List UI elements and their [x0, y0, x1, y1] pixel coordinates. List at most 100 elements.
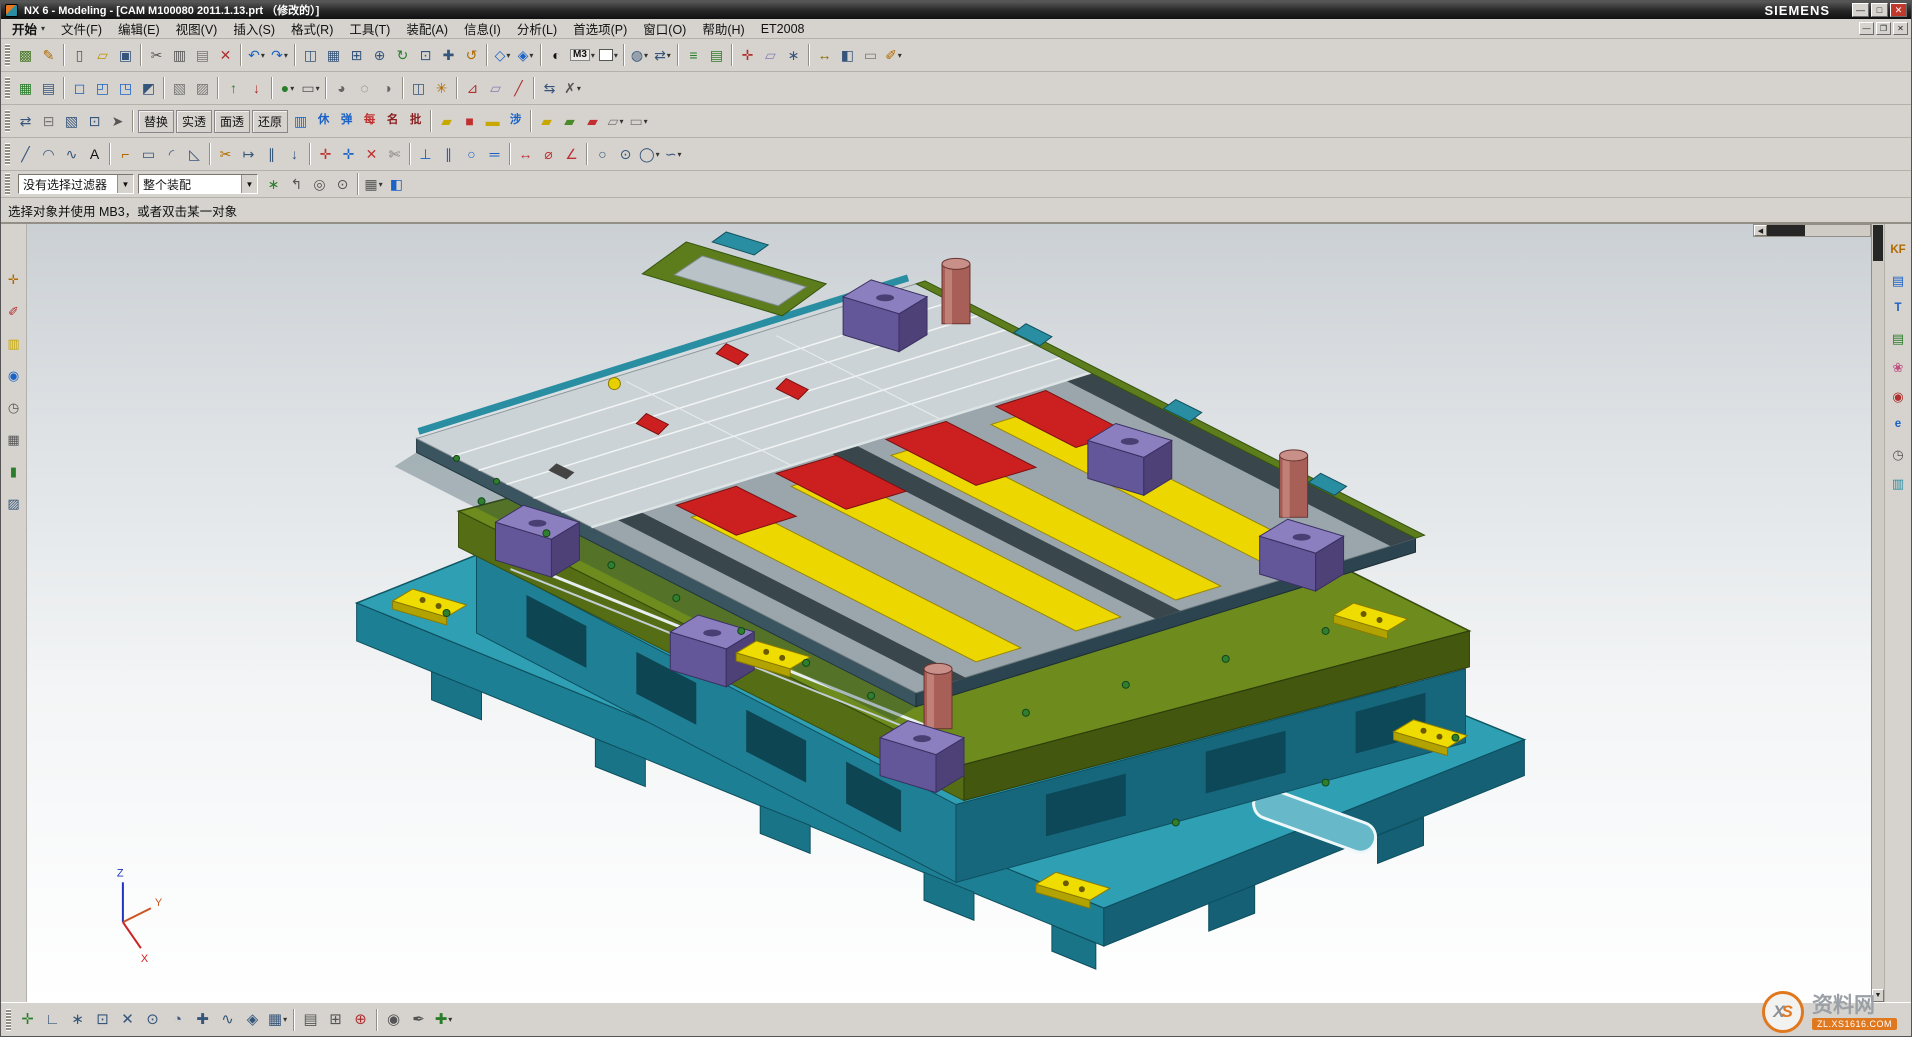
- menu-item-2[interactable]: 视图(V): [168, 19, 226, 38]
- datum-grid-icon[interactable]: ▤: [298, 1007, 323, 1032]
- yellow-plate-icon[interactable]: ▬: [481, 110, 504, 133]
- color-palette-icon[interactable]: ▥: [3, 332, 25, 354]
- toolbar-grip[interactable]: [5, 44, 10, 66]
- axis-tool-icon[interactable]: ╱: [507, 77, 530, 100]
- minimize-button[interactable]: —: [1852, 3, 1869, 17]
- menu-item-7[interactable]: 信息(I): [456, 19, 509, 38]
- fit-view-icon[interactable]: ⊡: [414, 44, 437, 67]
- window-scale-icon[interactable]: ⊡: [83, 110, 106, 133]
- point-red-icon[interactable]: ✛: [314, 143, 337, 166]
- dropdown-arrow-icon[interactable]: ▾: [644, 51, 648, 60]
- plane-tool-icon[interactable]: ▱: [484, 77, 507, 100]
- midpoint-snap-icon[interactable]: ∗: [65, 1007, 90, 1032]
- dropdown-arrow-icon[interactable]: ▾: [506, 51, 510, 60]
- snap-circle-icon[interactable]: ●▾: [276, 77, 299, 100]
- toolbar-grip[interactable]: [5, 173, 10, 195]
- inferred-point-icon[interactable]: ⊙: [331, 173, 354, 196]
- spline-icon[interactable]: ∿: [60, 143, 83, 166]
- dropdown-arrow-icon[interactable]: ▾: [261, 51, 265, 60]
- studio-render-icon[interactable]: ◑: [376, 77, 399, 100]
- visible-layers-icon[interactable]: ▤: [705, 44, 728, 67]
- scroll-left-button[interactable]: ◀: [1754, 225, 1767, 236]
- text-tool-icon[interactable]: A: [83, 143, 106, 166]
- dropdown-arrow-icon[interactable]: ▾: [283, 1015, 287, 1024]
- new-icon[interactable]: ▯: [68, 44, 91, 67]
- history-panel-icon[interactable]: ◷: [1887, 443, 1909, 465]
- view-top-icon[interactable]: ◰: [91, 77, 114, 100]
- wcs-display-icon[interactable]: ⊕: [348, 1007, 373, 1032]
- mount-plane-icon[interactable]: ✛: [3, 268, 25, 290]
- point-constructor-icon[interactable]: ∗: [782, 44, 805, 67]
- dropdown-arrow-icon[interactable]: ▾: [316, 84, 320, 93]
- menu-item-0[interactable]: 文件(F): [53, 19, 110, 38]
- quadrant-snap-icon[interactable]: ◔: [165, 1007, 190, 1032]
- schematic-icon[interactable]: ▤: [37, 77, 60, 100]
- dropdown-arrow-icon[interactable]: ▾: [284, 51, 288, 60]
- menu-item-4[interactable]: 格式(R): [283, 19, 341, 38]
- part-navigator-icon[interactable]: ▤: [1887, 327, 1909, 349]
- menu-item-10[interactable]: 窗口(O): [635, 19, 694, 38]
- grid-options-icon[interactable]: ▦▾: [362, 173, 385, 196]
- table-palette-icon[interactable]: ▦: [3, 428, 25, 450]
- dropdown-arrow-icon[interactable]: ▾: [619, 117, 623, 126]
- pan-view-icon[interactable]: ✚: [437, 44, 460, 67]
- macro-tan-button[interactable]: 弹: [335, 110, 358, 133]
- open-icon[interactable]: ▱: [91, 44, 114, 67]
- display-toggle-button-3[interactable]: 还原: [252, 110, 288, 133]
- wcs-dynamics-icon[interactable]: ✛: [736, 44, 759, 67]
- constraint-navigator-icon[interactable]: T: [1887, 298, 1909, 320]
- line-icon[interactable]: ╱: [14, 143, 37, 166]
- gray-tool-icon[interactable]: ▱▾: [604, 110, 627, 133]
- selection-scope-combo[interactable]: 整个装配 ▼: [138, 174, 258, 194]
- selection-box-icon[interactable]: ▭▾: [299, 77, 322, 100]
- dropdown-arrow-icon[interactable]: ▾: [898, 51, 902, 60]
- red-marker-icon[interactable]: ✐: [3, 300, 25, 322]
- arrow-up-icon[interactable]: ↑: [222, 77, 245, 100]
- dropdown-arrow-icon[interactable]: ▾: [656, 150, 660, 159]
- circle-tool-icon[interactable]: ○: [591, 143, 614, 166]
- replace-reference-icon[interactable]: ⇄: [14, 110, 37, 133]
- chamfer-tool-icon[interactable]: ◺: [183, 143, 206, 166]
- endpoint-snap-icon[interactable]: ∟: [40, 1007, 65, 1032]
- pattern-feature-icon[interactable]: ▨: [191, 77, 214, 100]
- menu-item-et2008[interactable]: ET2008: [753, 22, 813, 36]
- project-curve-icon[interactable]: ↓: [283, 143, 306, 166]
- visualization-icon[interactable]: ▮: [3, 460, 25, 482]
- isometric-view-icon[interactable]: ◈▾: [514, 44, 537, 67]
- hatch-column-icon[interactable]: ▥: [289, 110, 312, 133]
- mdi-restore-button[interactable]: ❐: [1876, 22, 1891, 35]
- display-toggle-button-0[interactable]: 替换: [138, 110, 174, 133]
- profile-icon[interactable]: ⌐: [114, 143, 137, 166]
- tool-green-icon[interactable]: ▰: [558, 110, 581, 133]
- toolbar-grip[interactable]: [6, 1009, 11, 1031]
- constraint-perpendicular-icon[interactable]: ⊥: [414, 143, 437, 166]
- constraint-equal-icon[interactable]: ═: [483, 143, 506, 166]
- mdi-close-button[interactable]: ✕: [1893, 22, 1908, 35]
- intersection-snap-icon[interactable]: ✕: [115, 1007, 140, 1032]
- menu-item-1[interactable]: 编辑(E): [110, 19, 168, 38]
- history-palette-icon[interactable]: ◷: [3, 396, 25, 418]
- point-blue-icon[interactable]: ✛: [337, 143, 360, 166]
- point-on-curve-snap-icon[interactable]: ∿: [215, 1007, 240, 1032]
- dropdown-arrow-icon[interactable]: ▾: [379, 180, 383, 189]
- trim-icon[interactable]: ✂: [214, 143, 237, 166]
- copy-icon[interactable]: ▥: [168, 44, 191, 67]
- gradient-tool-icon[interactable]: ▨: [3, 492, 25, 514]
- reuse-library-icon[interactable]: ❀: [1887, 356, 1909, 378]
- dropdown-arrow-icon[interactable]: ▾: [614, 51, 618, 60]
- chevron-down-icon[interactable]: ▼: [117, 175, 133, 193]
- spreadsheet-icon[interactable]: ▦: [14, 77, 37, 100]
- work-cube-icon[interactable]: ◧: [385, 173, 408, 196]
- toolbar-grip[interactable]: [5, 77, 10, 99]
- refresh-view-icon[interactable]: ↻: [391, 44, 414, 67]
- arc-center-snap-icon[interactable]: ⊙: [140, 1007, 165, 1032]
- view-section-icon[interactable]: ◩: [137, 77, 160, 100]
- existing-point-snap-icon[interactable]: ✚: [190, 1007, 215, 1032]
- web-browser-icon[interactable]: ◉: [3, 364, 25, 386]
- redo-icon[interactable]: ↷▾: [268, 44, 291, 67]
- nav-arrow-icon[interactable]: ➤: [106, 110, 129, 133]
- dropdown-arrow-icon[interactable]: ▾: [529, 51, 533, 60]
- dropdown-arrow-icon[interactable]: ▾: [667, 51, 671, 60]
- dropdown-arrow-icon[interactable]: ▾: [577, 84, 581, 93]
- macro-xiu-button[interactable]: 休: [312, 110, 335, 133]
